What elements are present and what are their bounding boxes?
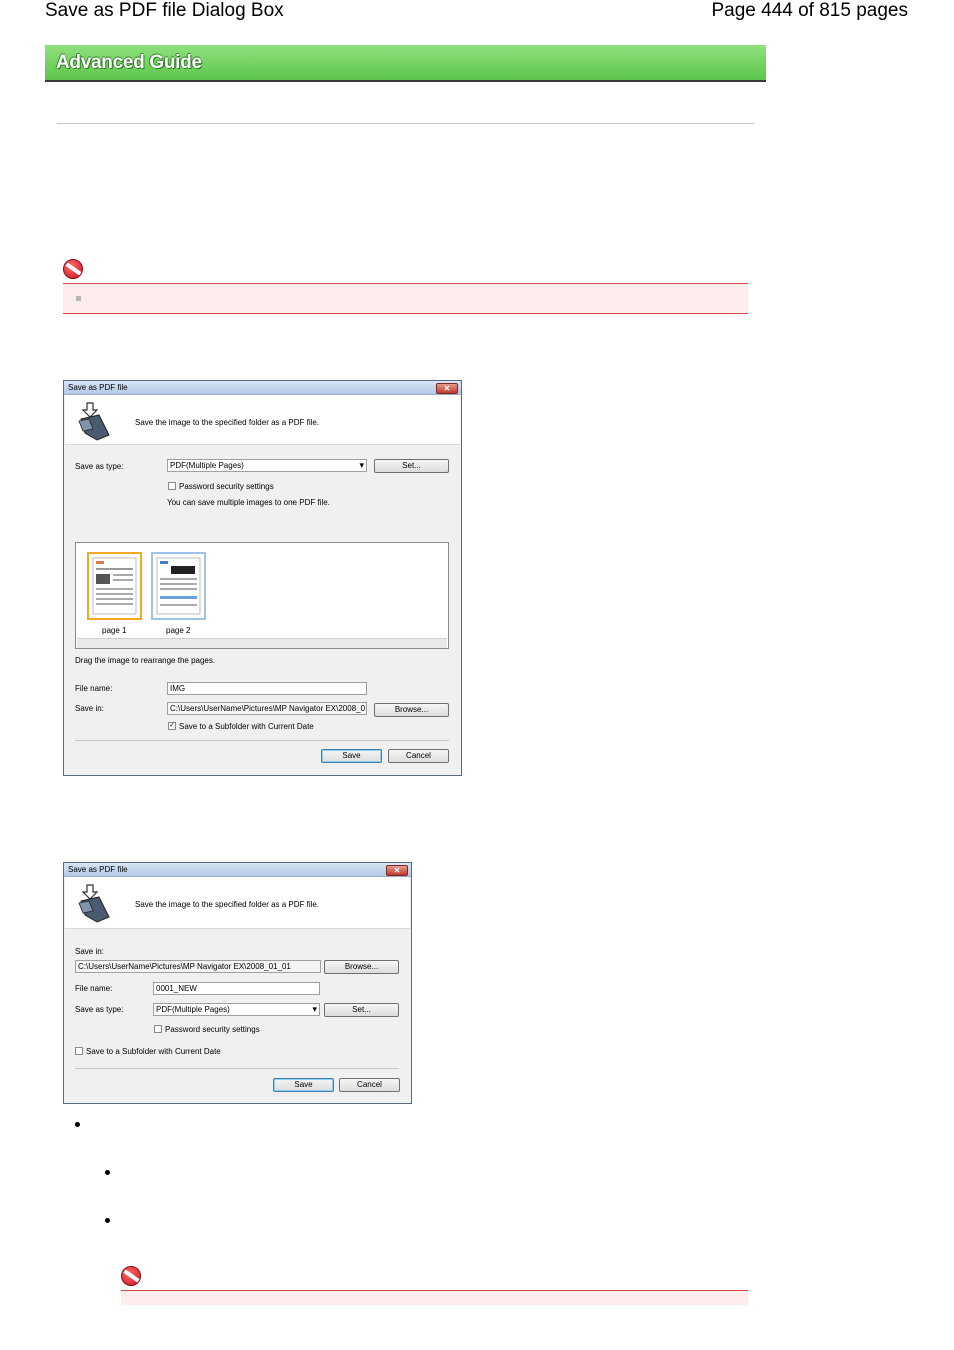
save-button[interactable]: Save: [273, 1078, 334, 1092]
multi-page-note: You can save multiple images to one PDF …: [167, 498, 330, 507]
save-in-label: Save in:: [75, 947, 104, 956]
separator: [75, 740, 449, 741]
drag-note: Drag the image to rearrange the pages.: [75, 656, 216, 665]
dialog-description: Save the image to the specified folder a…: [135, 418, 320, 427]
dialog-header: Save the image to the specified folder a…: [65, 877, 410, 929]
advanced-guide-banner: Advanced Guide: [45, 45, 766, 82]
hand-document-icon: [78, 402, 110, 441]
close-icon[interactable]: ✕: [436, 383, 458, 394]
banner-label: Advanced Guide: [56, 52, 202, 73]
password-label: Password security settings: [165, 1025, 260, 1034]
save-button[interactable]: Save: [321, 749, 382, 763]
page-thumbnail[interactable]: [151, 552, 206, 620]
password-checkbox[interactable]: [154, 1025, 162, 1033]
bullet-icon: [105, 1170, 110, 1175]
password-label: Password security settings: [179, 482, 274, 491]
close-icon[interactable]: ✕: [386, 865, 408, 876]
file-name-label: File name:: [75, 684, 113, 693]
browse-button[interactable]: Browse...: [374, 703, 449, 717]
password-checkbox[interactable]: [168, 482, 176, 490]
subfolder-label: Save to a Subfolder with Current Date: [86, 1047, 221, 1056]
important-icon: [121, 1266, 141, 1286]
thumbnail-label: page 2: [166, 626, 191, 635]
browse-button[interactable]: Browse...: [324, 960, 399, 974]
important-icon: [63, 259, 83, 279]
subfolder-checkbox[interactable]: [75, 1047, 83, 1055]
dialog-titlebar: Save as PDF file ✕: [64, 381, 461, 395]
separator: [75, 1068, 399, 1069]
file-name-label: File name:: [75, 984, 113, 993]
save-as-pdf-dialog-compact: Save as PDF file ✕ Save the image to the…: [63, 862, 412, 1104]
save-as-type-label: Save as type:: [75, 462, 124, 471]
page-thumbnail[interactable]: [87, 552, 142, 620]
dialog-description: Save the image to the specified folder a…: [135, 900, 320, 909]
important-box: [63, 283, 748, 314]
set-button[interactable]: Set...: [374, 459, 449, 473]
bullet-icon: [105, 1218, 110, 1223]
dialog-header: Save the image to the specified folder a…: [65, 395, 460, 445]
square-bullet-icon: [76, 296, 81, 301]
save-in-field: C:\Users\UserName\Pictures\MP Navigator …: [167, 702, 367, 715]
save-as-type-label: Save as type:: [75, 1005, 124, 1014]
hand-document-icon: [78, 884, 110, 923]
dialog-titlebar: Save as PDF file ✕: [64, 863, 411, 877]
horizontal-scrollbar[interactable]: [77, 638, 447, 648]
save-as-pdf-dialog: Save as PDF file ✕ Save the image to the…: [63, 380, 462, 776]
thumbnail-list[interactable]: page 1 page 2: [75, 542, 449, 649]
file-name-field[interactable]: IMG: [167, 682, 367, 695]
page-title: Save as PDF file Dialog Box: [45, 0, 284, 21]
page-thumbnail-image: [92, 557, 137, 615]
divider: [57, 123, 754, 124]
thumbnail-label: page 1: [102, 626, 127, 635]
dialog-title: Save as PDF file: [68, 383, 128, 392]
cancel-button[interactable]: Cancel: [388, 749, 449, 763]
page-thumbnail-image: [156, 557, 201, 615]
file-name-field[interactable]: 0001_NEW: [153, 982, 320, 995]
page-number: Page 444 of 815 pages: [711, 0, 908, 21]
important-box: [121, 1290, 748, 1305]
save-in-label: Save in:: [75, 704, 104, 713]
bullet-icon: [75, 1122, 80, 1127]
subfolder-checkbox[interactable]: ✓: [168, 722, 176, 730]
save-in-field: C:\Users\UserName\Pictures\MP Navigator …: [75, 960, 321, 973]
subfolder-label: Save to a Subfolder with Current Date: [179, 722, 314, 731]
set-button[interactable]: Set...: [324, 1003, 399, 1017]
dialog-title: Save as PDF file: [68, 865, 128, 874]
cancel-button[interactable]: Cancel: [339, 1078, 400, 1092]
save-as-type-select[interactable]: PDF(Multiple Pages): [153, 1003, 320, 1016]
save-as-type-select[interactable]: PDF(Multiple Pages): [167, 459, 367, 472]
